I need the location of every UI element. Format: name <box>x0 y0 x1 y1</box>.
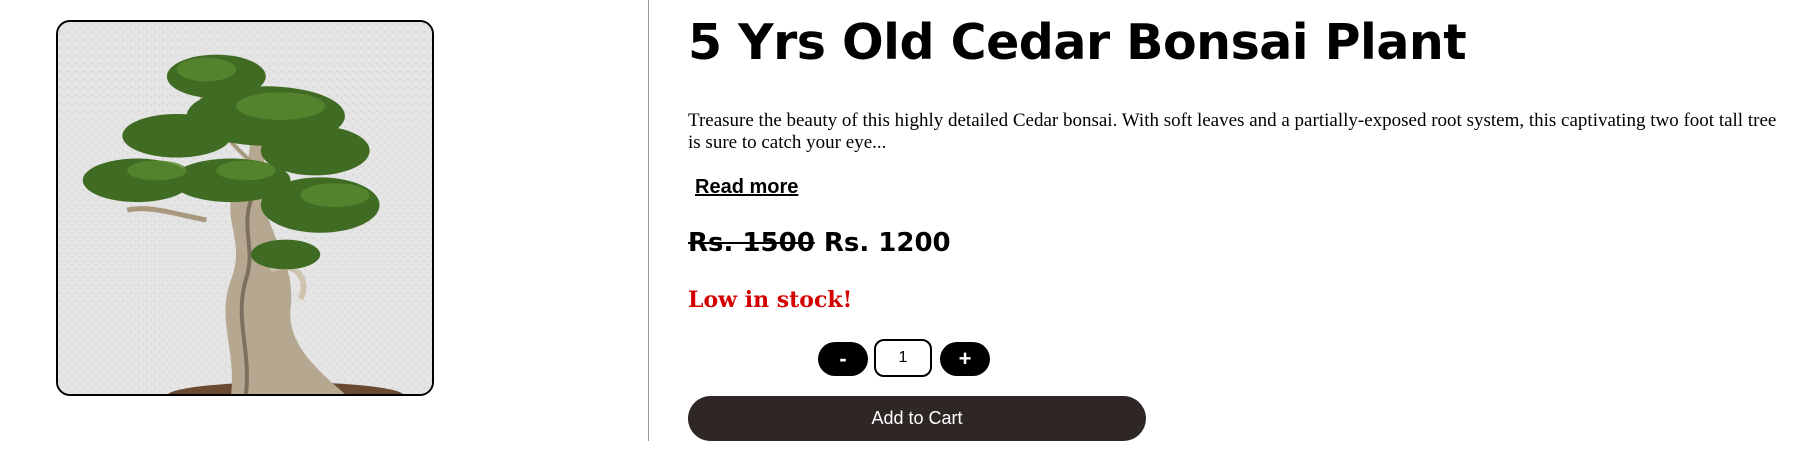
product-description: Treasure the beauty of this highly detai… <box>688 110 1777 153</box>
product-page: 5 Yrs Old Cedar Bonsai Plant Treasure th… <box>0 0 1816 472</box>
bonsai-tree-image <box>58 22 432 394</box>
vertical-divider <box>648 0 649 441</box>
add-to-cart-button[interactable]: Add to Cart <box>688 396 1146 441</box>
price-row: Rs. 1500 Rs. 1200 <box>688 228 951 258</box>
current-price: Rs. 1200 <box>823 228 951 258</box>
read-more-link[interactable]: Read more <box>695 176 798 199</box>
original-price: Rs. 1500 <box>688 228 815 258</box>
quantity-decrement-button[interactable]: - <box>818 342 868 376</box>
stock-status: Low in stock! <box>688 287 853 313</box>
quantity-input[interactable] <box>874 339 932 377</box>
quantity-increment-button[interactable]: + <box>940 342 990 376</box>
product-image[interactable] <box>56 20 434 396</box>
product-title: 5 Yrs Old Cedar Bonsai Plant <box>688 14 1467 71</box>
